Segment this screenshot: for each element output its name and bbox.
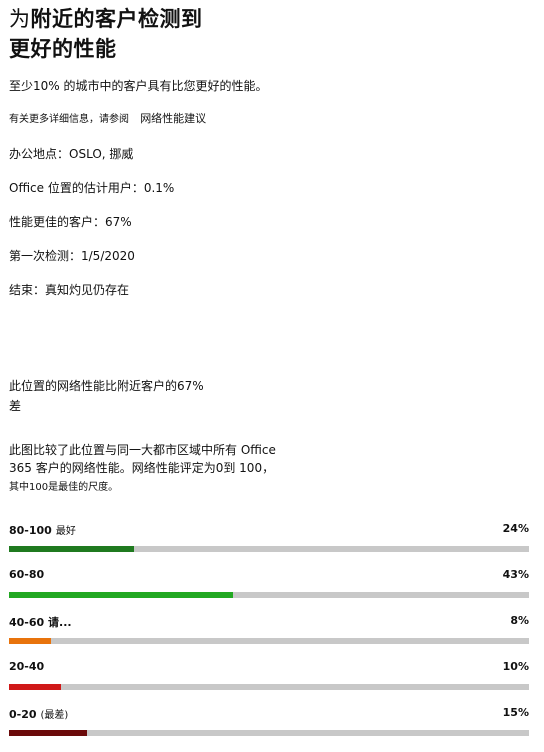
bar-track (9, 546, 529, 552)
insight-panel: 为附近的客户检测到 更好的性能 至少10% 的城市中的客户具有比您更好的性能。 … (9, 0, 529, 736)
bar-track (9, 730, 529, 736)
bar-label: 20-40 (9, 660, 45, 673)
bar-row-60-80: 60-80 43% (9, 568, 529, 608)
title-line2: 更好的性能 (9, 37, 117, 61)
bar-track (9, 684, 529, 690)
bar-track (9, 592, 529, 598)
bar-row-0-20: 0-20 (最差) 15% (9, 706, 529, 746)
first-detected: 第一次检测：1/5/2020 (9, 249, 135, 263)
desc-line2: 365 客户的网络性能。网络性能评定为0到 100， (9, 461, 275, 475)
comparison-headline: 此位置的网络性能比附近客户的67% 差 (9, 376, 309, 416)
office-location: 办公地点：OSLO, 挪威 (9, 147, 134, 161)
desc-line1: 此图比较了此位置与同一大都市区域中所有 Office (9, 443, 276, 457)
desc-line3: 其中100是最佳的尺度。 (9, 482, 119, 493)
comparison-headline-line2: 差 (9, 399, 22, 413)
bar-percent: 15% (502, 706, 529, 719)
bar-fill (9, 546, 134, 552)
comparison-description: 此图比较了此位置与同一大都市区域中所有 Office 365 客户的网络性能。网… (9, 441, 309, 497)
bar-fill (9, 592, 233, 598)
bar-fill (9, 684, 61, 690)
bar-percent: 43% (502, 568, 529, 581)
bar-track (9, 638, 529, 644)
bar-row-20-40: 20-40 10% (9, 660, 529, 700)
intro-text: 至少10% 的城市中的客户具有比您更好的性能。 (9, 79, 268, 93)
title-rest: 附近的客户检测到 (30, 7, 203, 31)
bar-note: 最好 (55, 526, 76, 537)
bar-percent: 10% (502, 660, 529, 673)
bar-fill (9, 730, 87, 736)
more-info-text: 有关更多详细信息，请参阅 (9, 114, 129, 125)
page-title: 为附近的客户检测到 更好的性能 (9, 4, 529, 64)
end-status: 结束：真知灼见仍存在 (9, 283, 130, 297)
comparison-headline-line1: 此位置的网络性能比附近客户的67% (9, 379, 204, 393)
title-lead: 为 (9, 7, 31, 31)
bar-note: (最差) (40, 710, 69, 721)
bar-row-80-100: 80-100 最好 24% (9, 522, 529, 562)
estimated-users: Office 位置的估计用户：0.1% (9, 181, 175, 195)
recommendation-link[interactable]: 网络性能建议 (140, 112, 206, 125)
bar-label: 60-80 (9, 568, 45, 581)
better-customers: 性能更佳的客户：67% (9, 215, 132, 229)
bar-percent: 24% (502, 522, 529, 535)
bar-label: 40-60 请... (9, 616, 72, 629)
bar-label: 80-100 最好 (9, 524, 76, 537)
more-info-line: 有关更多详细信息，请参阅 网络性能建议 (9, 111, 206, 128)
bar-fill (9, 638, 51, 644)
bar-row-40-60: 40-60 请... 8% (9, 614, 529, 654)
bar-percent: 8% (510, 614, 529, 627)
bar-label: 0-20 (最差) (9, 708, 69, 721)
